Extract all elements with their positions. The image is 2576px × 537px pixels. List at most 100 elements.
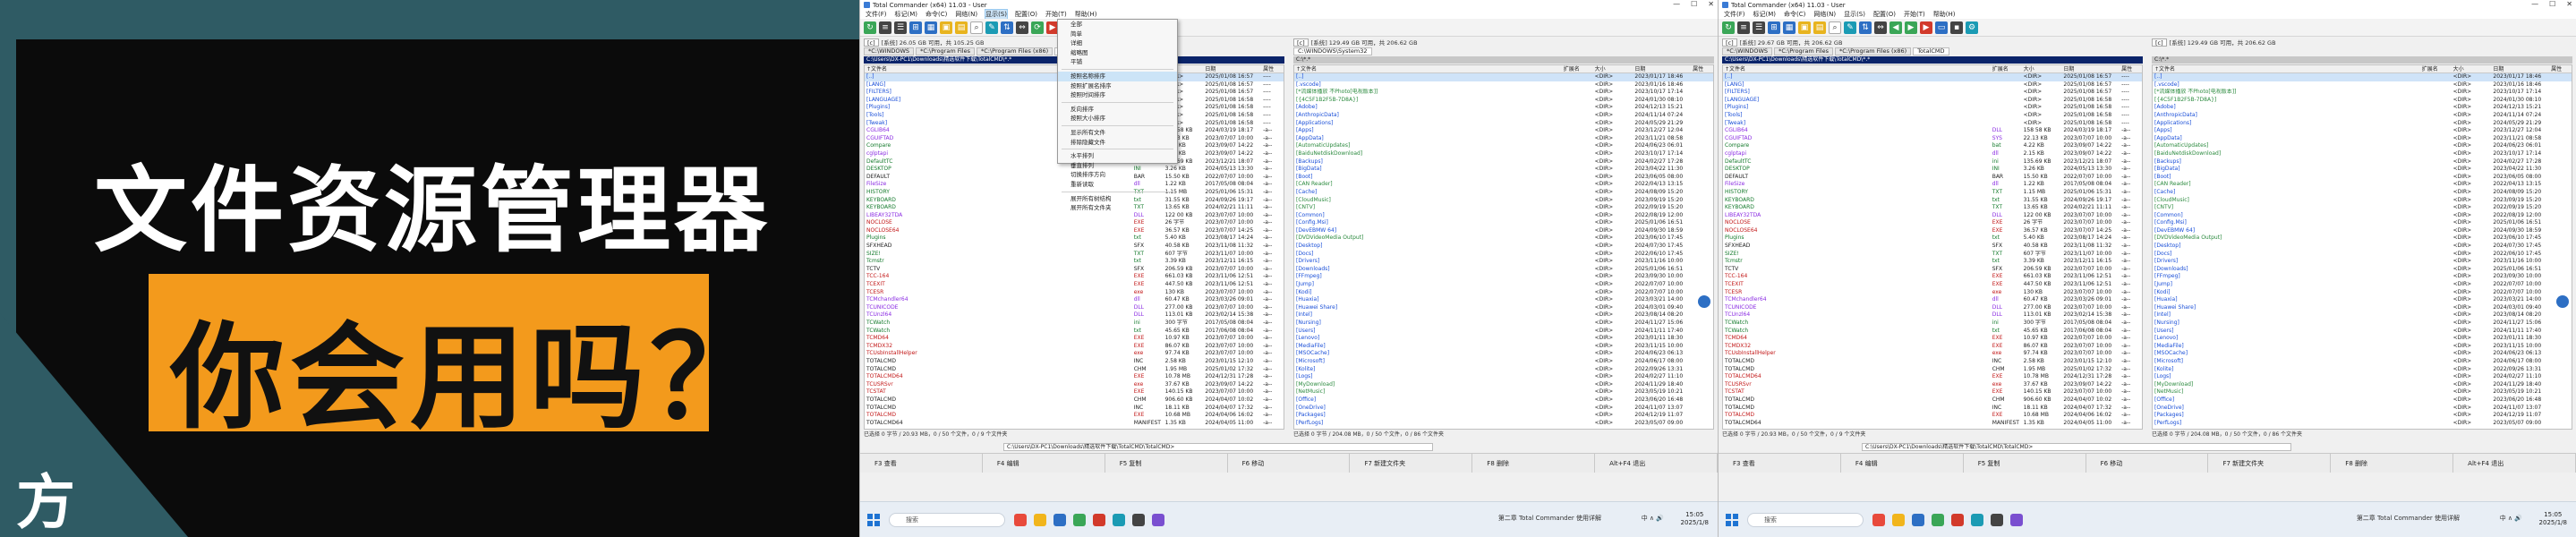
file-row[interactable]: TOTALCMD CHM 906.60 KB 2024/04/07 10:02 -a-- bbox=[1723, 396, 2142, 405]
f8-delete-button[interactable]: F8 删除 bbox=[2331, 454, 2454, 473]
dropdown-menu-item[interactable]: 水平排列 bbox=[1058, 151, 1177, 161]
dropdown-menu-item[interactable]: 垂直排列 bbox=[1058, 161, 1177, 171]
file-row[interactable]: CGLIB64 DLL 158 58 KB 2024/03/19 18:17 -a-- bbox=[1723, 127, 2142, 135]
menu-commands[interactable]: 命令(C) bbox=[925, 10, 947, 19]
tab-system32[interactable]: C:\WINDOWS\System32 bbox=[1293, 47, 1372, 55]
file-row[interactable]: TCWatch txt 45.65 KB 2017/06/08 08:04 -a-- bbox=[1723, 328, 2142, 336]
file-row[interactable]: [AutomaticUpdates] <DIR> 2024/06/23 06:01 bbox=[1294, 142, 1713, 150]
file-row[interactable]: [Downloads] <DIR> 2025/01/06 16:51 bbox=[2153, 266, 2572, 274]
file-row[interactable]: [MSOCache] <DIR> 2024/06/23 06:13 bbox=[2153, 350, 2572, 358]
taskbar-search-input[interactable]: 搜索 bbox=[1747, 512, 1864, 527]
file-row[interactable]: [CloudMusic] <DIR> 2023/09/19 15:20 bbox=[2153, 197, 2572, 205]
file-row[interactable]: TOTALCMD INC 2.58 KB 2023/01/15 12:10 -a-- bbox=[865, 358, 1284, 366]
file-row[interactable]: [Logs] <DIR> 2024/02/27 11:10 bbox=[2153, 373, 2572, 381]
file-row[interactable]: LIBEAY32TDA DLL 122 00 KB 2023/07/07 10:00 -… bbox=[865, 212, 1284, 220]
file-row[interactable]: TOTALCMD64 EXE 10.78 MB 2024/12/31 17:28 -a-… bbox=[865, 373, 1284, 381]
brief-view-icon[interactable]: ≡ bbox=[1737, 21, 1750, 34]
file-row[interactable]: TCTV SFX 206.59 KB 2023/07/07 10:00 -a-- bbox=[1723, 266, 2142, 274]
file-row[interactable]: [DevEBMW 64] <DIR> 2024/09/30 18:59 bbox=[1294, 227, 1713, 235]
f3-view-button[interactable]: F3 查看 bbox=[1719, 454, 1841, 473]
file-row[interactable]: [Tweak] <DIR> 2025/01/08 16:58 ---- bbox=[1723, 120, 2142, 128]
media-taskbar-icon[interactable] bbox=[2010, 513, 2023, 526]
tree-icon[interactable]: ⊞ bbox=[909, 21, 922, 34]
file-row[interactable]: [..] <DIR> 2023/01/17 18:46 bbox=[2153, 73, 2572, 81]
file-row[interactable]: [Downloads] <DIR> 2025/01/06 16:51 bbox=[1294, 266, 1713, 274]
header-name[interactable]: ↑文件名 bbox=[1723, 65, 1991, 72]
compare-icon[interactable]: ⇔ bbox=[1874, 21, 1887, 34]
file-row[interactable]: [Common] <DIR> 2022/08/19 12:00 bbox=[2153, 212, 2572, 220]
close-button[interactable]: ✕ bbox=[2566, 0, 2572, 8]
f4-edit-button[interactable]: F4 编辑 bbox=[983, 454, 1105, 473]
file-row[interactable]: TCMDX32 EXE 86.07 KB 2023/07/07 10:00 -a-- bbox=[1723, 343, 2142, 351]
command-line[interactable]: C:\Users\DX-PC1\Downloads\精选软件下载\TotalCM… bbox=[1003, 443, 1433, 451]
file-row[interactable]: TOTALCMD64 EXE 10.78 MB 2024/12/31 17:28 -a-… bbox=[1723, 373, 2142, 381]
header-size[interactable]: 大小 bbox=[2022, 65, 2062, 72]
app-taskbar-icon[interactable] bbox=[1014, 513, 1027, 526]
header-date[interactable]: 日期 bbox=[2061, 65, 2120, 72]
dropdown-menu-item[interactable]: 按照时间排序 bbox=[1058, 90, 1177, 100]
dropdown-menu-item[interactable]: 平铺 bbox=[1058, 57, 1177, 67]
f8-delete-button[interactable]: F8 删除 bbox=[1472, 454, 1596, 473]
file-row[interactable]: TCUsbInstallHelper exe 97.74 KB 2023/07/07 … bbox=[1723, 350, 2142, 358]
file-row[interactable]: [Adobe] <DIR> 2024/12/13 15:21 bbox=[1294, 104, 1713, 112]
system-tray[interactable]: 中 ∧ 🔊 bbox=[2500, 514, 2522, 523]
file-row[interactable]: TOTALCMD CHM 1.95 MB 2025/01/02 17:32 -a-- bbox=[865, 366, 1284, 374]
file-row[interactable]: TCMDX32 EXE 86.07 KB 2023/07/07 10:00 -a-- bbox=[865, 343, 1284, 351]
left-path-bar[interactable]: C:\Users\DX-PC1\Downloads\精选软件下载\TotalCM… bbox=[1722, 56, 2143, 64]
file-row[interactable]: [NetMusic] <DIR> 2023/05/19 10:21 bbox=[2153, 388, 2572, 396]
file-row[interactable]: TOTALCMD INC 18.11 KB 2024/04/07 17:32 -a-- bbox=[865, 405, 1284, 413]
menu-show[interactable]: 显示(S) bbox=[1844, 10, 1865, 19]
file-row[interactable]: [Docs] <DIR> 2022/06/10 17:45 bbox=[2153, 251, 2572, 259]
maximize-button[interactable]: ☐ bbox=[2549, 0, 2555, 8]
file-row[interactable]: TCUNICODE DLL 277.00 KB 2023/07/07 10:00 -a-… bbox=[1723, 304, 2142, 312]
dropdown-menu-item[interactable]: 按照名称排序 bbox=[1058, 71, 1177, 81]
file-row[interactable]: TCESR exe 130 KB 2023/07/07 10:00 -a-- bbox=[1723, 289, 2142, 297]
header-ext[interactable]: 扩展名 bbox=[1562, 65, 1593, 72]
file-row[interactable]: DESKTOP INI 3.26 KB 2024/05/13 13:30 -a-- bbox=[1723, 166, 2142, 174]
menu-mark[interactable]: 标记(M) bbox=[1753, 10, 1777, 19]
dropdown-menu-item[interactable]: 切换排序方向 bbox=[1058, 170, 1177, 180]
f5-copy-button[interactable]: F5 复制 bbox=[1105, 454, 1228, 473]
file-row[interactable]: [AppData] <DIR> 2023/11/21 08:58 bbox=[1294, 135, 1713, 143]
windows-start-icon[interactable] bbox=[867, 513, 880, 526]
dropdown-menu-item[interactable]: 显示所有文件 bbox=[1058, 128, 1177, 138]
file-row[interactable]: TOTALCMD INC 2.58 KB 2023/01/15 12:10 -a-- bbox=[1723, 358, 2142, 366]
file-row[interactable]: TCWatch ini 300 字节 2017/05/08 08:04 -a-- bbox=[865, 320, 1284, 328]
dropdown-menu-item[interactable]: 全部 bbox=[1058, 20, 1177, 30]
menu-start[interactable]: 开始(T) bbox=[1045, 10, 1067, 19]
file-row[interactable]: [Desktop] <DIR> 2024/07/30 17:45 bbox=[2153, 243, 2572, 251]
tab-totalcmd[interactable]: TotalCMD bbox=[1913, 47, 1949, 55]
file-row[interactable]: [PerfLogs] <DIR> 2023/05/07 09:00 bbox=[2153, 420, 2572, 428]
browser-taskbar-icon[interactable] bbox=[1053, 513, 1066, 526]
f4-edit-button[interactable]: F4 编辑 bbox=[1841, 454, 1964, 473]
search-icon[interactable]: ⌕ bbox=[970, 21, 983, 34]
file-row[interactable]: cglptapi dll 2.15 KB 2023/09/07 14:22 -a-- bbox=[1723, 150, 2142, 158]
file-row[interactable]: [DevEBMW 64] <DIR> 2024/09/30 18:59 bbox=[2153, 227, 2572, 235]
dropdown-menu-item[interactable]: 重新读取 bbox=[1058, 180, 1177, 190]
file-row[interactable]: [BaiduNetdiskDownload] <DIR> 2023/10/17 17… bbox=[2153, 150, 2572, 158]
file-row[interactable]: [Apps] <DIR> 2023/12/27 12:04 bbox=[2153, 127, 2572, 135]
menu-net[interactable]: 网络(N) bbox=[1813, 10, 1836, 19]
right-file-panel[interactable]: ↑文件名 扩展名 大小 日期 属性 [..] <DIR> 2023/01/17 18… bbox=[1293, 64, 1714, 430]
menu-show[interactable]: 显示(S) bbox=[985, 9, 1008, 20]
compare-icon[interactable]: ⇔ bbox=[1016, 21, 1028, 34]
file-row[interactable]: [BigData] <DIR> 2023/04/22 11:30 bbox=[1294, 166, 1713, 174]
file-row[interactable]: [..] <DIR> 2025/01/08 16:57 ---- bbox=[1723, 73, 2142, 81]
file-row[interactable]: TCSTAT EXE 140.15 KB 2023/07/07 10:00 -a-- bbox=[865, 388, 1284, 396]
pack-icon[interactable]: ▣ bbox=[1798, 21, 1811, 34]
exit-button[interactable]: Alt+F4 退出 bbox=[2453, 454, 2576, 473]
file-row[interactable]: KEYBOARD TXT 13.65 KB 2024/02/21 11:11 -a-- bbox=[1723, 204, 2142, 212]
unpack-icon[interactable]: ▤ bbox=[955, 21, 968, 34]
menu-file[interactable]: 文件(F) bbox=[866, 10, 887, 19]
edge-taskbar-icon[interactable] bbox=[1971, 513, 1983, 526]
left-drive-select[interactable]: [c] bbox=[1722, 38, 1737, 47]
header-date[interactable]: 日期 bbox=[1203, 65, 1261, 72]
tc-taskbar-icon[interactable] bbox=[1093, 513, 1105, 526]
gear-icon[interactable]: ⚙ bbox=[1966, 21, 1978, 34]
left-drive-select[interactable]: [c] bbox=[864, 38, 879, 47]
tc-taskbar-icon[interactable] bbox=[1951, 513, 1964, 526]
maximize-button[interactable]: ☐ bbox=[1691, 0, 1697, 8]
dropdown-menu-item[interactable]: 简单 bbox=[1058, 30, 1177, 39]
sync-icon[interactable]: ⟳ bbox=[1031, 21, 1044, 34]
file-row[interactable]: [Applications] <DIR> 2024/05/29 21:29 bbox=[2153, 120, 2572, 128]
